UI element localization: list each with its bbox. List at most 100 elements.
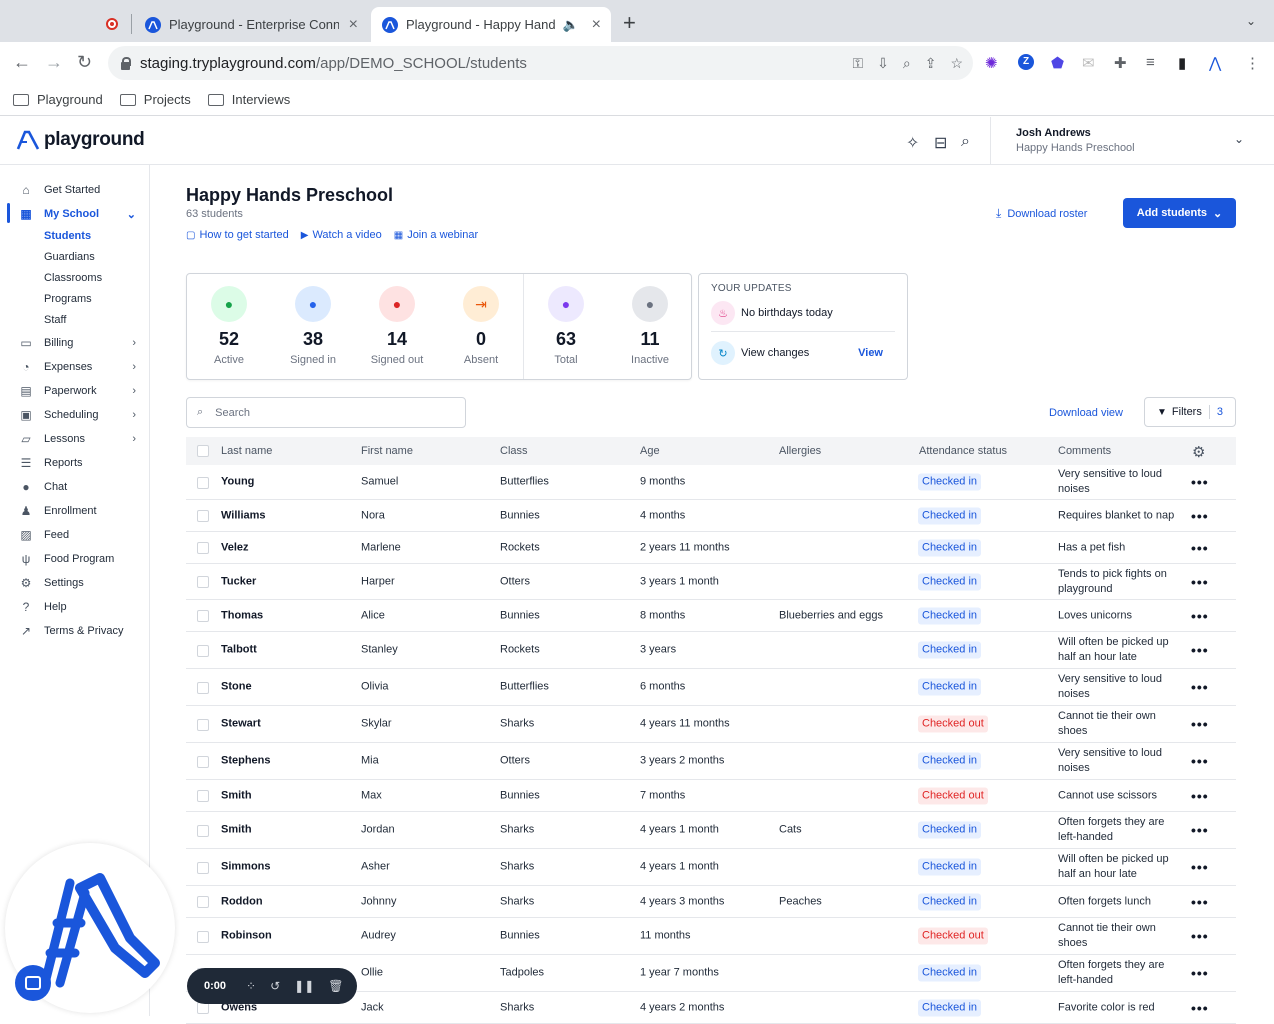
- stat-signed-in[interactable]: ● 38 Signed in: [271, 274, 355, 379]
- forward-icon[interactable]: →: [45, 52, 63, 73]
- tab-search-chevron-icon[interactable]: ⌄: [1246, 14, 1256, 28]
- lock-icon[interactable]: [120, 56, 131, 70]
- sidebar-item-billing[interactable]: ▭ Billing ›: [0, 332, 150, 354]
- bookmark-playground[interactable]: Playground: [13, 92, 103, 107]
- sidebar-item-terms-privacy[interactable]: ↗ Terms & Privacy: [0, 620, 150, 642]
- close-tab-icon[interactable]: ×: [592, 16, 601, 34]
- download-roster-button[interactable]: ⤓ Download roster: [996, 206, 1087, 221]
- sidebar-subitem-staff[interactable]: Staff: [44, 314, 66, 326]
- header-first-name[interactable]: First name: [361, 445, 413, 457]
- row-checkbox[interactable]: [197, 476, 209, 489]
- close-tab-icon[interactable]: ×: [349, 16, 358, 34]
- toolbox-icon[interactable]: ⊟: [934, 133, 947, 153]
- ai-sparkle-icon[interactable]: ✧: [906, 133, 919, 153]
- table-row[interactable]: Talbott Stanley Rockets 3 years Checked in Wi…: [186, 632, 1236, 669]
- row-actions-more-icon[interactable]: •••: [1191, 608, 1209, 624]
- reload-icon[interactable]: ↻: [77, 52, 92, 73]
- join-webinar-link[interactable]: ▦ Join a webinar: [394, 229, 478, 241]
- row-actions-more-icon[interactable]: •••: [1191, 753, 1209, 769]
- sidebar-item-my-school[interactable]: ▦ My School ⌄: [0, 203, 150, 225]
- cell-last-name[interactable]: Stephens: [221, 754, 271, 769]
- playground-logo[interactable]: playground: [16, 129, 145, 151]
- table-row[interactable]: Simmons Asher Sharks 4 years 1 month Checked…: [186, 849, 1236, 886]
- header-attendance-status[interactable]: Attendance status: [919, 445, 1007, 457]
- install-icon[interactable]: ⇩: [877, 55, 889, 72]
- cell-last-name[interactable]: Robinson: [221, 929, 272, 944]
- browser-tab-happy-hands[interactable]: Playground - Happy Hands 🔈 ×: [371, 7, 611, 42]
- bookmark-star-icon[interactable]: ☆: [950, 55, 963, 72]
- row-actions-more-icon[interactable]: •••: [1191, 788, 1209, 804]
- row-checkbox[interactable]: [197, 542, 209, 554]
- sidebar-item-paperwork[interactable]: ▤ Paperwork ›: [0, 380, 150, 402]
- row-checkbox[interactable]: [197, 644, 209, 657]
- header-last-name[interactable]: Last name: [221, 445, 272, 457]
- stat-total[interactable]: ● 63 Total: [524, 274, 608, 379]
- sidebar-item-food-program[interactable]: ψ Food Program: [0, 548, 150, 570]
- cell-last-name[interactable]: Talbott: [221, 643, 257, 658]
- row-actions-more-icon[interactable]: •••: [1191, 859, 1209, 875]
- bookmark-interviews[interactable]: Interviews: [207, 92, 290, 107]
- restart-icon[interactable]: ↺: [270, 979, 280, 993]
- new-tab-button[interactable]: +: [623, 10, 636, 36]
- row-checkbox[interactable]: [197, 861, 209, 874]
- row-checkbox[interactable]: [197, 718, 209, 731]
- add-students-button[interactable]: Add students ⌄: [1123, 198, 1236, 228]
- row-actions-more-icon[interactable]: •••: [1191, 822, 1209, 838]
- zoom-icon[interactable]: ⌕: [903, 55, 911, 72]
- recording-icon[interactable]: [106, 18, 118, 30]
- row-actions-more-icon[interactable]: •••: [1191, 642, 1209, 658]
- cell-last-name[interactable]: Stone: [221, 680, 252, 695]
- playground-extension-icon[interactable]: ⋀: [1209, 54, 1221, 72]
- stat-inactive[interactable]: ● 11 Inactive: [608, 274, 692, 379]
- download-view-link[interactable]: Download view: [1049, 407, 1123, 419]
- row-checkbox[interactable]: [197, 755, 209, 768]
- pause-icon[interactable]: ❚❚: [294, 979, 314, 993]
- extensions-puzzle-icon[interactable]: ✚: [1114, 54, 1127, 72]
- table-row[interactable]: Williams Nora Bunnies 4 months Checked in Req…: [186, 500, 1236, 532]
- sidebar-item-chat[interactable]: ● Chat: [0, 476, 150, 498]
- header-comments[interactable]: Comments: [1058, 445, 1111, 457]
- row-actions-more-icon[interactable]: •••: [1191, 540, 1209, 556]
- row-checkbox[interactable]: [197, 824, 209, 837]
- back-icon[interactable]: ←: [13, 52, 31, 73]
- row-actions-more-icon[interactable]: •••: [1191, 574, 1209, 590]
- share-icon[interactable]: ⇪: [925, 55, 937, 72]
- table-row[interactable]: Smith Max Bunnies 7 months Checked out Cannot…: [186, 780, 1236, 812]
- row-checkbox[interactable]: [197, 930, 209, 943]
- grid-icon[interactable]: ⁘: [246, 979, 256, 993]
- search-icon[interactable]: ⌕: [961, 133, 970, 151]
- row-actions-more-icon[interactable]: •••: [1191, 474, 1209, 490]
- browser-tab-enterprise[interactable]: Playground - Enterprise Conne ×: [136, 7, 368, 42]
- row-actions-more-icon[interactable]: •••: [1191, 679, 1209, 695]
- row-actions-more-icon[interactable]: •••: [1191, 508, 1209, 524]
- extension-z-icon[interactable]: Z: [1018, 54, 1034, 70]
- sidebar-subitem-classrooms[interactable]: Classrooms: [44, 272, 102, 284]
- row-actions-more-icon[interactable]: •••: [1191, 716, 1209, 732]
- cell-last-name[interactable]: Stewart: [221, 717, 261, 732]
- sidebar-subitem-programs[interactable]: Programs: [44, 293, 92, 305]
- table-row[interactable]: Thomas Alice Bunnies 8 months Blueberries an…: [186, 600, 1236, 632]
- table-row[interactable]: Stone Olivia Butterflies 6 months Checked in…: [186, 669, 1236, 706]
- table-row[interactable]: Young Samuel Butterflies 9 months Checked in…: [186, 465, 1236, 500]
- watch-video-link[interactable]: ▶ Watch a video: [301, 229, 382, 241]
- stat-absent[interactable]: ⇥ 0 Absent: [439, 274, 523, 379]
- extension-mail-icon[interactable]: ✉: [1082, 54, 1095, 72]
- sidebar-item-enrollment[interactable]: ♟ Enrollment: [0, 500, 150, 522]
- chevron-down-icon[interactable]: ⌄: [1234, 132, 1244, 146]
- search-input[interactable]: ⌕ Search: [186, 397, 466, 428]
- table-row[interactable]: Smith Jordan Sharks 4 years 1 month Cats Chec…: [186, 812, 1236, 849]
- cell-last-name[interactable]: Tucker: [221, 574, 256, 589]
- cell-last-name[interactable]: Young: [221, 475, 254, 490]
- header-allergies[interactable]: Allergies: [779, 445, 821, 457]
- sidebar-item-lessons[interactable]: ▱ Lessons ›: [0, 428, 150, 450]
- row-actions-more-icon[interactable]: •••: [1191, 965, 1209, 981]
- table-row[interactable]: Tucker Harper Otters 3 years 1 month Checked…: [186, 564, 1236, 600]
- cell-last-name[interactable]: Smith: [221, 788, 252, 803]
- sidebar-item-feed[interactable]: ▨ Feed: [0, 524, 150, 546]
- table-row[interactable]: Roddon Johnny Sharks 4 years 3 months Peache…: [186, 886, 1236, 918]
- bookmark-projects[interactable]: Projects: [119, 92, 191, 107]
- extension-sparkle-icon[interactable]: ✺: [985, 54, 998, 72]
- header-age[interactable]: Age: [640, 445, 660, 457]
- cell-last-name[interactable]: Velez: [221, 540, 249, 555]
- stat-signed-out[interactable]: ● 14 Signed out: [355, 274, 439, 379]
